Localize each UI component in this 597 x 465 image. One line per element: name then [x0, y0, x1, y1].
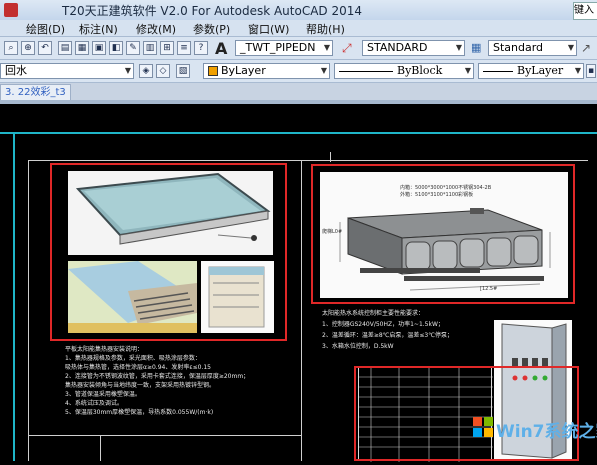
text-style-value: _TWT_PIPEDN: [240, 41, 316, 54]
help-icon[interactable]: ?: [194, 41, 208, 55]
search-placeholder: 键入: [574, 5, 594, 16]
note-line: 5、保温层30mm厚橡塑保温，导热系数0.055W/(m·k): [65, 409, 214, 416]
note-line: 2、连接管为不锈钢波纹管，采用卡套式连接，保温层厚度≥20mm；: [65, 373, 250, 380]
quick-calc-icon[interactable]: ⊞: [160, 41, 174, 55]
table-style-value: Standard: [493, 41, 544, 54]
linetype-value: ByBlock: [397, 64, 443, 77]
lineweight-select[interactable]: ByLayer ▼: [478, 63, 584, 79]
sheet-border: [28, 160, 588, 161]
note-line: 吸热体与集热管，选择性涂层α≥0.94、发射率ε≤0.15: [65, 364, 211, 371]
menu-draw[interactable]: 绘图(D): [26, 21, 65, 37]
layer-previous-icon[interactable]: ◇: [156, 64, 170, 78]
sheet-border: [28, 160, 29, 461]
search-input[interactable]: 键入: [573, 2, 597, 20]
watermark: Win7系统之家: [470, 412, 597, 444]
chevron-down-icon: ▼: [567, 43, 574, 52]
dim-style-select[interactable]: STANDARD ▼: [362, 40, 465, 56]
design-center-icon[interactable]: ▦: [75, 41, 89, 55]
make-current-layer-icon[interactable]: ◈: [139, 64, 153, 78]
chevron-down-icon: ▼: [320, 66, 327, 75]
calculator-icon[interactable]: ▥: [143, 41, 157, 55]
menu-bar: 绘图(D) 标注(N) 修改(M) 参数(P) 窗口(W) 帮助(H): [0, 20, 597, 37]
table-style-select[interactable]: Standard ▼: [488, 40, 577, 56]
windows-logo-icon: [472, 416, 494, 438]
drawing-canvas[interactable]: 内箱：5000*3000*1000不锈钢304-2B 外箱：5100*3100*…: [0, 104, 597, 462]
menu-dimension[interactable]: 标注(N): [79, 21, 118, 37]
drawing-tab[interactable]: 3. 22效彩_t3: [0, 84, 71, 100]
note-line: 4、系统试压及调试。: [65, 400, 123, 407]
text-style-select[interactable]: _TWT_PIPEDN ▼: [235, 40, 333, 56]
chevron-down-icon: ▼: [574, 66, 581, 75]
note-line: 3、水箱水位控制，D.5kW: [322, 343, 394, 350]
lineweight-value: ByLayer: [517, 64, 564, 77]
note-line: 1、集热器规格及参数，采光面积、吸热涂层参数：: [65, 355, 201, 362]
layers-properties-toolbar: 回水 ▼ ◈ ◇ ▧ ByLayer ▼ ByBlock ▼ ByLayer ▼ ▪: [0, 60, 597, 83]
menu-window[interactable]: 窗口(W): [248, 21, 289, 37]
title-bar: T20天正建筑软件 V2.0 For Autodesk AutoCAD 2014…: [0, 0, 597, 20]
app-icon[interactable]: [4, 3, 18, 17]
color-select[interactable]: ByLayer ▼: [203, 63, 330, 79]
sheet-set-icon[interactable]: ◧: [109, 41, 123, 55]
chevron-down-icon: ▼: [455, 43, 462, 52]
multileader-style-icon[interactable]: ↗: [581, 41, 591, 55]
layer-states-icon[interactable]: ▧: [176, 64, 190, 78]
note-line: 太阳能热水系统控制柜主要性能要求：: [322, 310, 425, 317]
highlight-box-collector: [50, 163, 287, 341]
color-swatch: [208, 66, 218, 76]
linetype-select[interactable]: ByBlock ▼: [334, 63, 474, 79]
lineweight-preview: [483, 70, 513, 72]
standard-toolbar: ⌕ ⊕ ↶ ▤ ▦ ▣ ◧ ✎ ▥ ⊞ ≡ ? A _TWT_PIPEDN ▼ ⤢…: [0, 37, 597, 60]
zoom-previous-icon[interactable]: ↶: [38, 41, 52, 55]
note-line: 集热器安装倾角与当地纬度一致，支架采用热镀锌型钢。: [65, 382, 216, 389]
sheet-divider: [100, 435, 101, 461]
note-line: 2、温差循环：温差≥8℃启泵，温差≤3℃停泵；: [322, 332, 453, 339]
layer-select[interactable]: 回水 ▼: [0, 63, 134, 79]
properties-icon[interactable]: ▤: [58, 41, 72, 55]
highlight-box-water-tank: [311, 164, 575, 304]
zoom-realtime-icon[interactable]: ⌕: [4, 41, 18, 55]
layer-value: 回水: [5, 64, 27, 77]
leader-line: [330, 152, 331, 162]
sheet-divider: [301, 160, 302, 461]
markup-icon[interactable]: ✎: [126, 41, 140, 55]
tool-palettes-icon[interactable]: ▣: [92, 41, 106, 55]
frame-line: [0, 132, 597, 134]
window-title: T20天正建筑软件 V2.0 For Autodesk AutoCAD 2014: [62, 4, 363, 18]
sheet-border: [28, 435, 301, 436]
text-style-icon[interactable]: A: [215, 39, 227, 58]
color-value: ByLayer: [221, 64, 266, 77]
layer-icon[interactable]: ≡: [177, 41, 191, 55]
watermark-text: Win7系统之家: [496, 422, 597, 442]
note-line: 平板太阳能集热器安装说明：: [65, 346, 144, 353]
note-line: 1、控制器GS240V/50HZ，功率1~1.5kW；: [322, 321, 444, 328]
chevron-down-icon: ▼: [464, 66, 471, 75]
table-style-icon[interactable]: ▦: [471, 41, 481, 54]
linetype-preview: [339, 70, 393, 72]
zoom-window-icon[interactable]: ⊕: [21, 41, 35, 55]
dim-style-icon[interactable]: ⤢: [342, 41, 352, 56]
plot-style-icon[interactable]: ▪: [586, 64, 596, 78]
menu-help[interactable]: 帮助(H): [306, 21, 345, 37]
menu-parameters[interactable]: 参数(P): [193, 21, 230, 37]
drawing-tab-strip: 3. 22效彩_t3: [0, 83, 597, 100]
chevron-down-icon: ▼: [124, 66, 131, 75]
dim-style-value: STANDARD: [367, 41, 428, 54]
menu-modify[interactable]: 修改(M): [136, 21, 176, 37]
note-line: 3、管道保温采用橡塑保温。: [65, 391, 141, 398]
chevron-down-icon: ▼: [323, 43, 330, 52]
frame-line: [13, 132, 15, 461]
